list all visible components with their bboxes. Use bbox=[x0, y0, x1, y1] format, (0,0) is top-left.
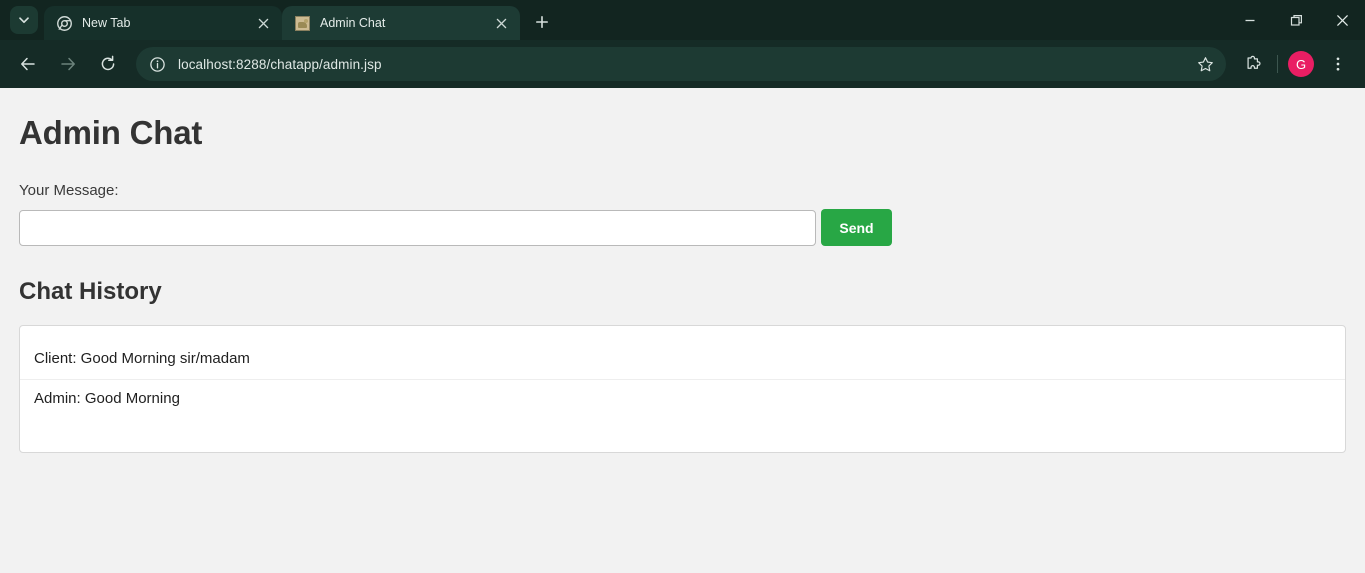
maximize-button[interactable] bbox=[1273, 0, 1319, 40]
bookmark-button[interactable] bbox=[1192, 51, 1218, 77]
message-input[interactable] bbox=[19, 209, 816, 246]
chat-history-box: Client: Good Morning sir/madam Admin: Go… bbox=[19, 325, 1346, 453]
close-icon bbox=[258, 18, 268, 28]
arrow-right-icon bbox=[61, 57, 75, 71]
tab-admin-chat[interactable]: Admin Chat bbox=[282, 6, 520, 40]
message-label: Your Message: bbox=[19, 182, 119, 199]
window-controls bbox=[1227, 0, 1365, 40]
forward-button[interactable] bbox=[51, 47, 85, 81]
browser-menu-button[interactable] bbox=[1322, 48, 1354, 80]
tab-title: New Tab bbox=[82, 16, 131, 30]
close-icon bbox=[1336, 14, 1348, 26]
reload-button[interactable] bbox=[91, 47, 125, 81]
chat-message: Admin: Good Morning bbox=[34, 390, 180, 407]
minimize-icon bbox=[1245, 19, 1255, 22]
close-window-button[interactable] bbox=[1319, 0, 1365, 40]
broken-image-favicon bbox=[294, 15, 310, 31]
toolbar-divider bbox=[1277, 55, 1278, 73]
three-dot-menu-icon bbox=[1336, 57, 1340, 71]
info-circle-icon[interactable] bbox=[146, 53, 168, 75]
send-button[interactable]: Send bbox=[821, 209, 892, 246]
chat-history-title: Chat History bbox=[19, 278, 162, 305]
tab-close-button[interactable] bbox=[252, 12, 274, 34]
close-icon bbox=[496, 18, 506, 28]
avatar[interactable]: G bbox=[1288, 51, 1314, 77]
message-form: Send bbox=[19, 209, 1346, 246]
chrome-logo-icon bbox=[56, 15, 72, 31]
tab-search-button[interactable] bbox=[10, 6, 38, 34]
chat-message: Client: Good Morning sir/madam bbox=[20, 340, 1345, 380]
star-icon bbox=[1197, 56, 1213, 71]
minimize-button[interactable] bbox=[1227, 0, 1273, 40]
tab-strip: New Tab Admin Chat bbox=[0, 0, 1365, 40]
browser-window: New Tab Admin Chat localhost:8288/chatap… bbox=[0, 0, 1365, 573]
browser-toolbar: localhost:8288/chatapp/admin.jsp G bbox=[0, 40, 1365, 88]
plus-icon bbox=[536, 16, 548, 28]
url-text: localhost:8288/chatapp/admin.jsp bbox=[178, 56, 382, 72]
tab-title: Admin Chat bbox=[320, 16, 386, 30]
page-viewport: Admin Chat Your Message: Send Chat Histo… bbox=[0, 88, 1365, 573]
chevron-down-icon bbox=[19, 17, 29, 24]
page-title: Admin Chat bbox=[19, 114, 203, 151]
new-tab-button[interactable] bbox=[528, 8, 556, 36]
restore-icon bbox=[1290, 14, 1302, 26]
extensions-button[interactable] bbox=[1237, 48, 1269, 80]
reload-icon bbox=[101, 55, 115, 71]
tab-close-button[interactable] bbox=[490, 12, 512, 34]
tab-new-tab[interactable]: New Tab bbox=[44, 6, 282, 40]
puzzle-piece-icon bbox=[1246, 55, 1260, 69]
back-button[interactable] bbox=[11, 47, 45, 81]
address-bar[interactable]: localhost:8288/chatapp/admin.jsp bbox=[136, 47, 1226, 81]
arrow-left-icon bbox=[21, 57, 35, 71]
